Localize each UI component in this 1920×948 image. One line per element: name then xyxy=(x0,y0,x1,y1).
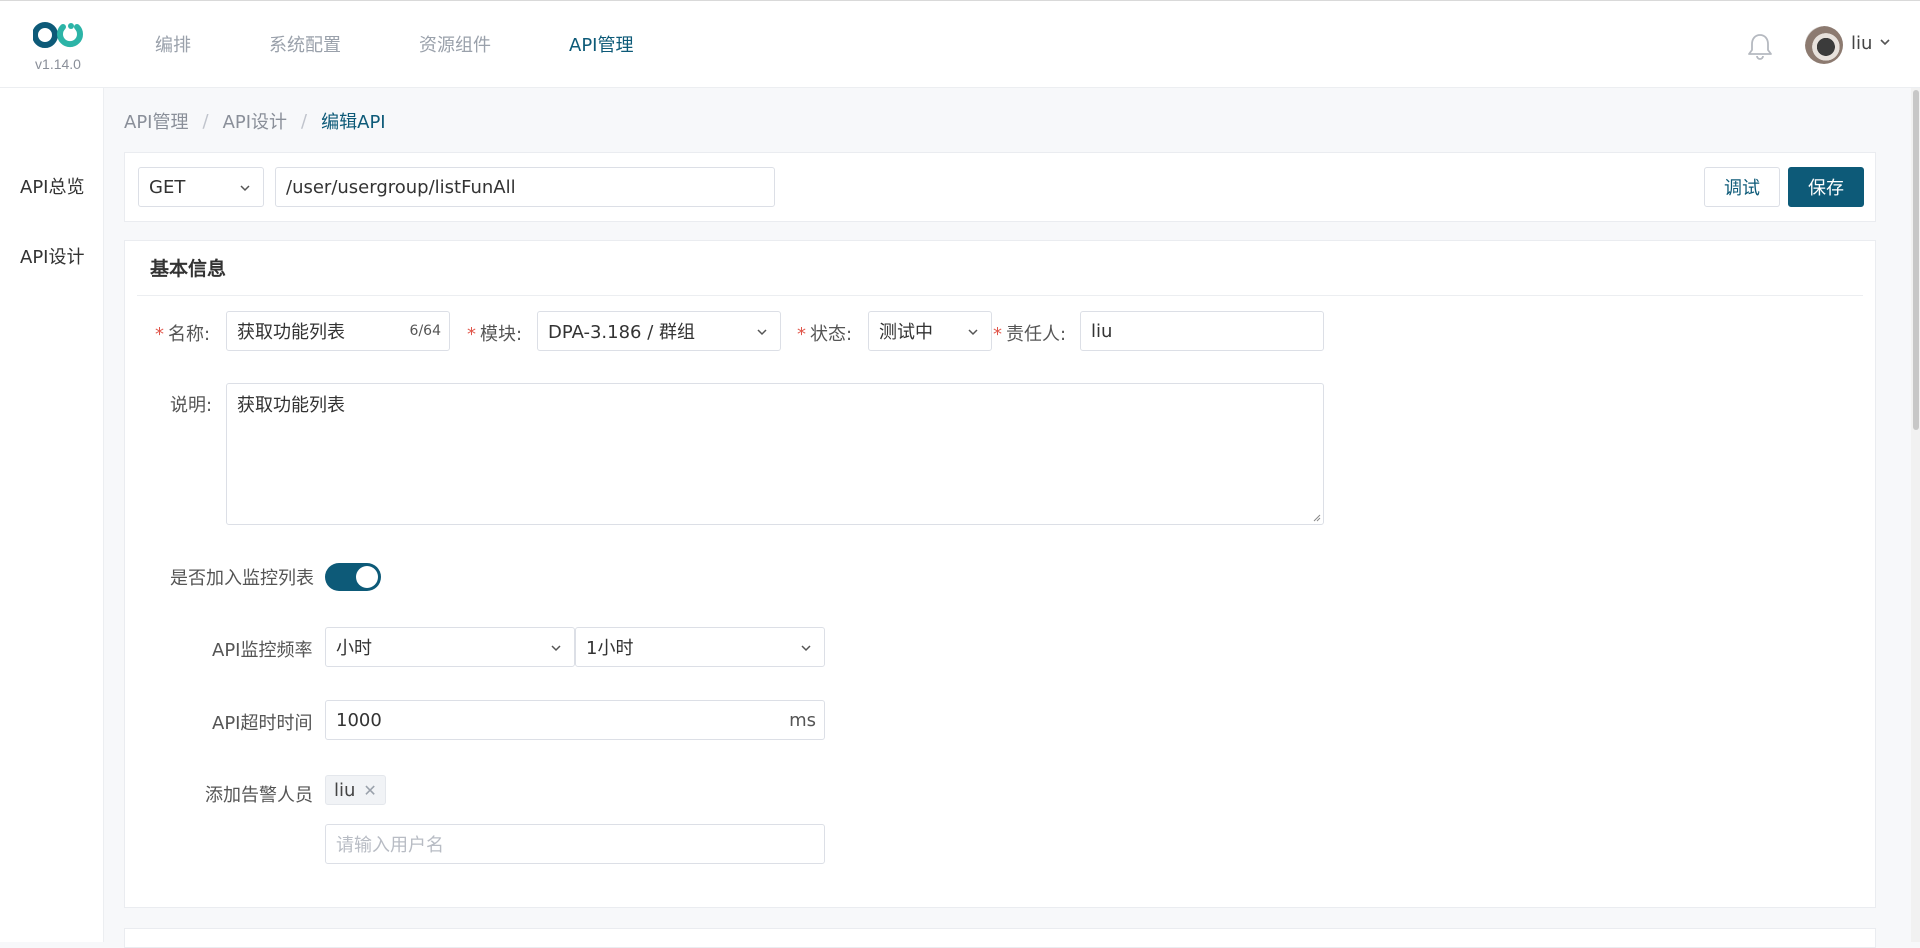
frequency-unit-value: 小时 xyxy=(336,638,372,659)
nav-item-orchestration[interactable]: 编排 xyxy=(155,31,191,57)
alert-user-input[interactable]: 请输入用户名 xyxy=(325,824,825,864)
api-path-card: GET /user/usergroup/listFunAll 调试 保存 xyxy=(124,152,1876,222)
user-name[interactable]: liu xyxy=(1851,33,1872,54)
api-path-input[interactable]: /user/usergroup/listFunAll xyxy=(275,167,775,207)
breadcrumb-item[interactable]: API设计 xyxy=(223,108,287,134)
save-button[interactable]: 保存 xyxy=(1788,167,1864,207)
chevron-down-icon xyxy=(551,645,561,652)
chevron-down-icon[interactable] xyxy=(1879,36,1891,48)
timeout-input[interactable]: 1000 ms xyxy=(325,700,825,740)
top-header: v1.14.0 编排 系统配置 资源组件 API管理 liu xyxy=(0,0,1920,88)
sidebar-item-api-overview[interactable]: API总览 xyxy=(20,173,84,199)
status-value: 测试中 xyxy=(879,322,933,343)
frequency-value-select[interactable]: 1小时 xyxy=(575,627,825,667)
left-sidebar: API总览 API设计 xyxy=(0,88,104,942)
close-icon[interactable]: ✕ xyxy=(363,781,376,800)
nav-item-api-management[interactable]: API管理 xyxy=(569,31,633,57)
logo-icon xyxy=(33,22,83,48)
owner-label: * 责任人: xyxy=(993,320,1066,346)
breadcrumb-separator: / xyxy=(301,110,308,132)
breadcrumb-item[interactable]: API管理 xyxy=(124,108,188,134)
required-mark: * xyxy=(155,324,164,345)
chevron-down-icon xyxy=(968,329,978,336)
user-avatar[interactable] xyxy=(1805,26,1843,64)
nav-item-resources[interactable]: 资源组件 xyxy=(419,31,491,57)
basic-info-card: 基本信息 * 名称: 获取功能列表 6/64 * 模块: DPA-3.186 / 群… xyxy=(124,240,1876,908)
status-select[interactable]: 测试中 xyxy=(868,311,992,351)
name-input[interactable]: 获取功能列表 6/64 xyxy=(226,311,450,351)
module-label: * 模块: xyxy=(467,320,522,346)
breadcrumb-separator: / xyxy=(202,110,209,132)
required-mark: * xyxy=(797,324,806,345)
bell-icon[interactable] xyxy=(1745,31,1775,61)
frequency-unit-select[interactable]: 小时 xyxy=(325,627,575,667)
api-path-value: /user/usergroup/listFunAll xyxy=(286,176,516,198)
description-value: 获取功能列表 xyxy=(237,395,345,416)
alert-label: 添加告警人员 xyxy=(205,785,313,806)
chevron-down-icon xyxy=(801,645,811,652)
debug-button[interactable]: 调试 xyxy=(1704,167,1780,207)
chevron-down-icon xyxy=(757,329,767,336)
alert-user-placeholder: 请输入用户名 xyxy=(336,835,444,856)
owner-label-text: 责任人: xyxy=(1006,324,1067,345)
scrollbar-thumb[interactable] xyxy=(1913,90,1919,430)
monitor-toggle[interactable] xyxy=(325,563,381,591)
breadcrumb-current: 编辑API xyxy=(321,112,386,133)
timeout-value: 1000 xyxy=(336,709,382,731)
main-nav: 编排 系统配置 资源组件 API管理 xyxy=(155,31,711,57)
name-counter: 6/64 xyxy=(409,323,441,339)
required-mark: * xyxy=(467,324,476,345)
name-value: 获取功能列表 xyxy=(237,322,345,343)
toggle-knob xyxy=(356,566,378,588)
app-logo[interactable]: v1.14.0 xyxy=(30,19,86,75)
timeout-label: API超时时间 xyxy=(212,713,313,734)
alert-user-tag: liu ✕ xyxy=(325,775,386,805)
name-label: * 名称: xyxy=(155,320,210,346)
module-value: DPA-3.186 / 群组 xyxy=(548,322,696,343)
required-mark: * xyxy=(993,324,1002,345)
monitor-label: 是否加入监控列表 xyxy=(170,568,314,589)
method-value: GET xyxy=(149,176,186,198)
breadcrumb: API管理 / API设计 / 编辑API xyxy=(124,108,386,134)
nav-item-system-config[interactable]: 系统配置 xyxy=(269,31,341,57)
owner-value: liu xyxy=(1091,320,1113,342)
description-textarea[interactable]: 获取功能列表 xyxy=(226,383,1324,525)
status-label: * 状态: xyxy=(797,320,852,346)
description-label: 说明: xyxy=(170,395,213,416)
module-label-text: 模块: xyxy=(480,324,523,345)
alert-user-tag-label: liu xyxy=(334,779,356,801)
name-label-text: 名称: xyxy=(168,324,211,345)
next-section-card xyxy=(124,928,1876,948)
chevron-down-icon xyxy=(240,185,250,192)
section-title: 基本信息 xyxy=(150,258,227,280)
timeout-suffix: ms xyxy=(789,710,816,731)
resize-handle-icon[interactable] xyxy=(1311,512,1321,522)
module-select[interactable]: DPA-3.186 / 群组 xyxy=(537,311,781,351)
method-select[interactable]: GET xyxy=(138,167,264,207)
frequency-value: 1小时 xyxy=(586,638,634,659)
app-version: v1.14.0 xyxy=(35,56,81,72)
section-divider xyxy=(137,295,1863,296)
status-label-text: 状态: xyxy=(810,324,853,345)
frequency-label: API监控频率 xyxy=(212,640,313,661)
sidebar-item-api-design[interactable]: API设计 xyxy=(20,243,84,269)
owner-input[interactable]: liu xyxy=(1080,311,1324,351)
